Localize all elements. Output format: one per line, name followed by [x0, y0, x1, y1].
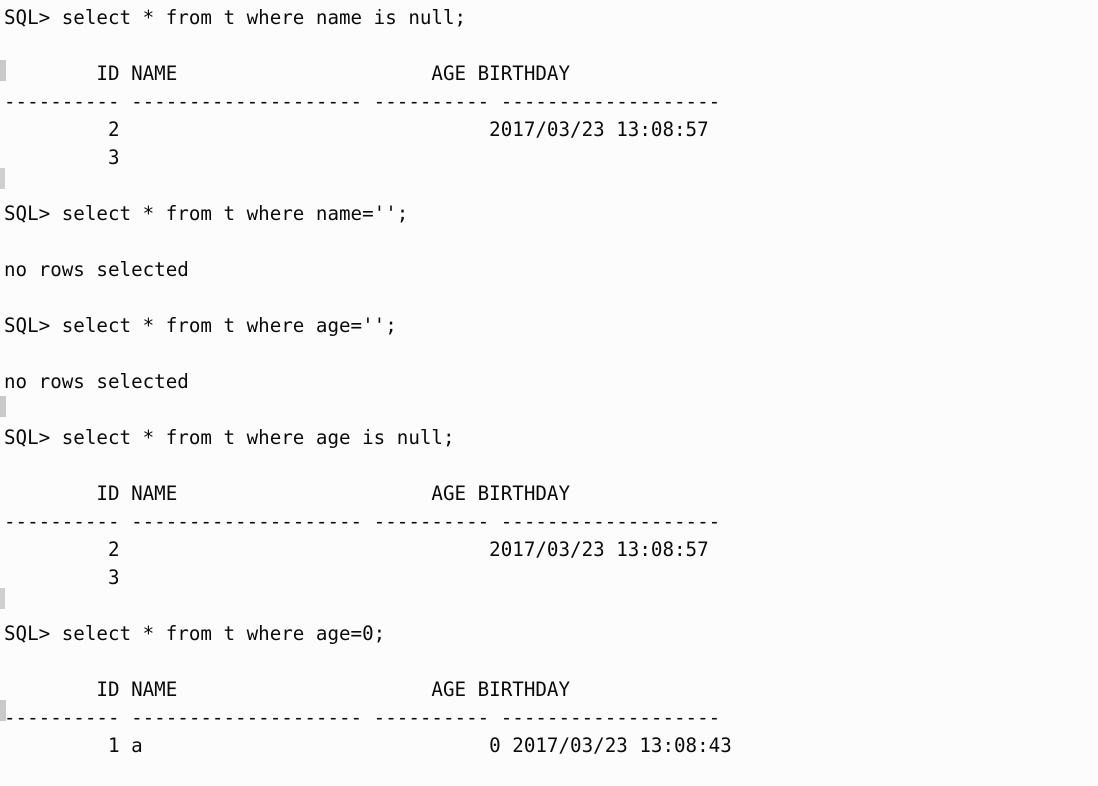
terminal-window[interactable]: SQL> select * from t where name is null;…: [0, 0, 1098, 786]
no-rows-message: no rows selected: [4, 370, 189, 393]
result-header-row: ID NAME AGE BIRTHDAY: [4, 482, 571, 505]
command-line: SQL> select * from t where age=0;: [4, 622, 386, 645]
result-header-row: ID NAME AGE BIRTHDAY: [4, 62, 571, 85]
command-line: SQL> select * from t where name is null;: [4, 6, 467, 29]
table-row: 2 2017/03/23 13:08:57: [4, 118, 709, 141]
table-row: 1 a 0 2017/03/23 13:08:43: [4, 734, 732, 757]
result-separator-row: ---------- -------------------- --------…: [4, 90, 721, 113]
result-separator-row: ---------- -------------------- --------…: [4, 510, 721, 533]
terminal-screen[interactable]: SQL> select * from t where name is null;…: [4, 4, 1098, 786]
result-separator-row: ---------- -------------------- --------…: [4, 706, 721, 729]
table-row: 2 2017/03/23 13:08:57: [4, 538, 709, 561]
table-row: 3: [4, 566, 120, 589]
result-header-row: ID NAME AGE BIRTHDAY: [4, 678, 571, 701]
no-rows-message: no rows selected: [4, 258, 189, 281]
command-line: SQL> select * from t where age='';: [4, 314, 397, 337]
command-line: SQL> select * from t where age is null;: [4, 426, 455, 449]
command-line: SQL> select * from t where name='';: [4, 202, 409, 225]
table-row: 3: [4, 146, 120, 169]
